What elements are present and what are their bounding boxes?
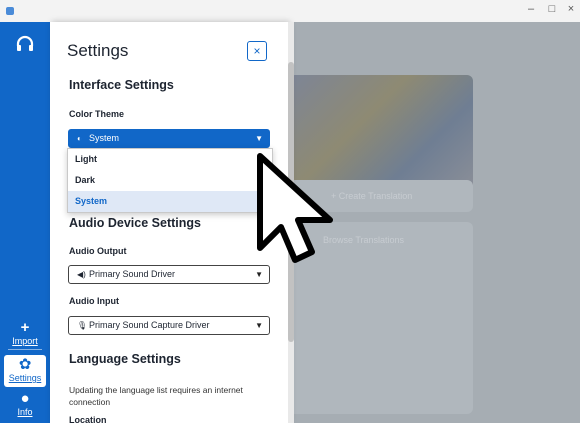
gear-icon: ✿ (18, 356, 32, 373)
import-button[interactable]: + Import (4, 319, 46, 347)
contrast-icon: ◐ (77, 134, 82, 143)
minimize-button[interactable]: – (524, 3, 538, 15)
audio-output-label: Audio Output (69, 246, 127, 256)
mouse-pointer-icon (257, 153, 333, 263)
color-theme-select[interactable]: ◐ System ▼ (68, 129, 270, 148)
color-theme-label: Color Theme (69, 109, 125, 119)
close-window-button[interactable]: × (564, 3, 578, 15)
speaker-icon: ◀) (77, 270, 86, 279)
info-icon: ● (20, 390, 30, 407)
rail-divider (8, 349, 42, 350)
location-label: Location (69, 415, 107, 423)
maximize-button[interactable]: □ (545, 3, 559, 15)
theme-option-dark[interactable]: Dark (68, 170, 272, 191)
language-note: Updating the language list requires an i… (69, 385, 243, 407)
settings-button[interactable]: ✿ Settings (4, 355, 46, 387)
plus-icon: + (20, 319, 30, 336)
language-settings-heading: Language Settings (69, 352, 181, 366)
settings-panel: Settings × Interface Settings Color Them… (50, 22, 288, 423)
audio-output-select[interactable]: ◀) Primary Sound Driver ▼ (68, 265, 270, 284)
info-button[interactable]: ● Info (4, 391, 46, 421)
theme-option-light[interactable]: Light (68, 149, 272, 170)
close-settings-button[interactable]: × (247, 41, 267, 61)
audio-input-label: Audio Input (69, 296, 119, 306)
window-titlebar: – □ × (0, 0, 580, 23)
audio-input-select[interactable]: 🎙 Primary Sound Capture Driver ▼ (68, 316, 270, 335)
nav-rail: + Import ✿ Settings ● Info (0, 22, 50, 423)
settings-title: Settings (67, 41, 129, 60)
caret-down-icon: ▼ (255, 321, 263, 330)
theme-option-system[interactable]: System (68, 191, 272, 212)
caret-down-icon: ▼ (255, 134, 263, 143)
color-theme-dropdown: Light Dark System (67, 148, 273, 213)
headphones-icon[interactable] (15, 34, 35, 54)
interface-settings-heading: Interface Settings (69, 78, 174, 92)
microphone-icon: 🎙 (77, 321, 88, 330)
audio-settings-heading: Audio Device Settings (69, 216, 201, 230)
app-window-icon (6, 7, 14, 15)
